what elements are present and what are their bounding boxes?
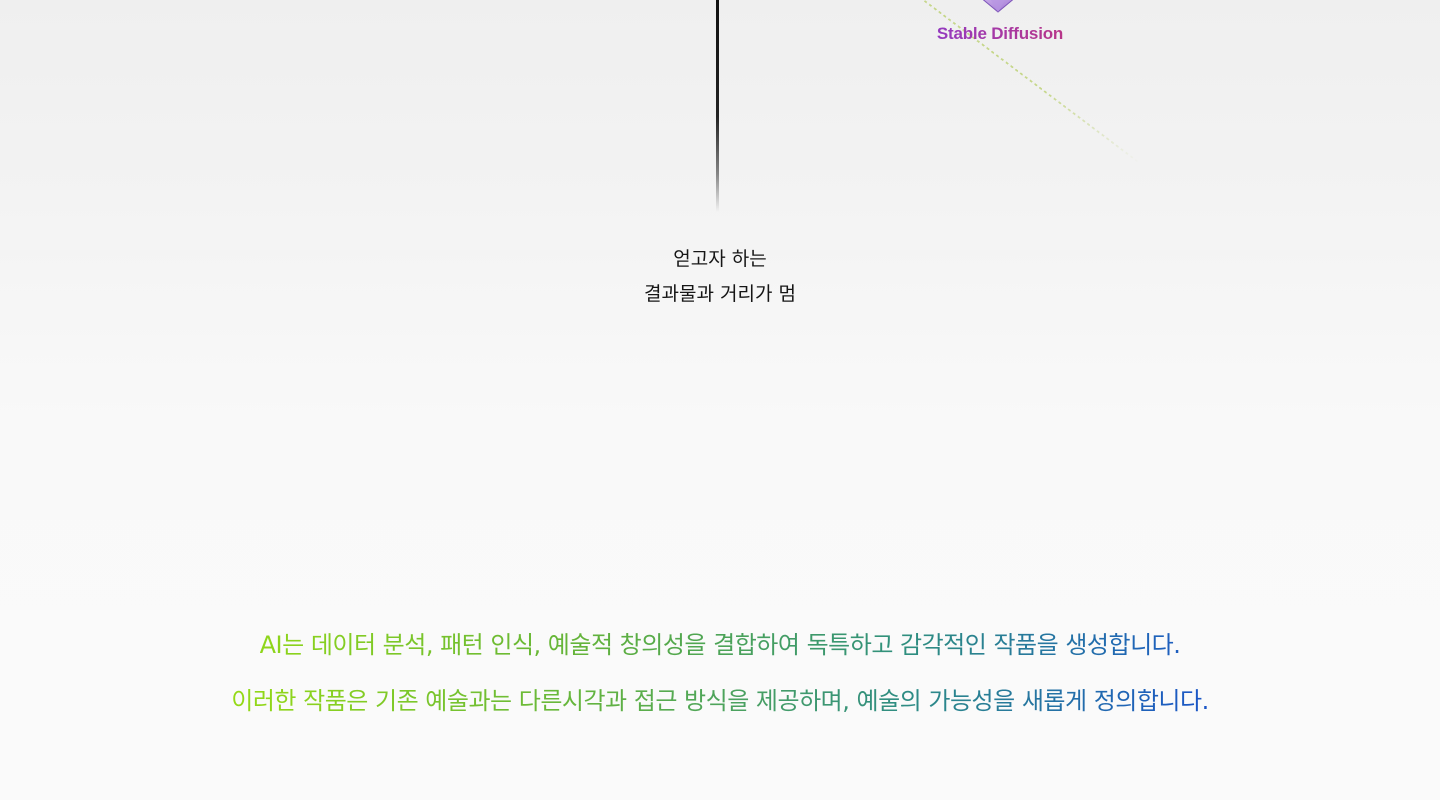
description-line: 이러한 작품은 기존 예술과는 다른시각과 접근 방식을 제공하며, 예술의 가…: [231, 673, 1209, 729]
node-caption: 얻고자 하는 결과물과 거리가 멈: [520, 242, 920, 312]
vertical-connector-line: [716, 0, 719, 212]
stable-diffusion-label: Stable Diffusion: [900, 24, 1100, 44]
description-line: AI는 데이터 분석, 패턴 인식, 예술적 창의성을 결합하여 독특하고 감각…: [260, 617, 1181, 673]
diamond-gem-icon: [982, 0, 1014, 13]
caption-line: 얻고자 하는: [673, 248, 767, 270]
description-block: AI는 데이터 분석, 패턴 인식, 예술적 창의성을 결합하여 독특하고 감각…: [120, 617, 1320, 729]
caption-line: 결과물과 거리가 멈: [644, 283, 796, 305]
